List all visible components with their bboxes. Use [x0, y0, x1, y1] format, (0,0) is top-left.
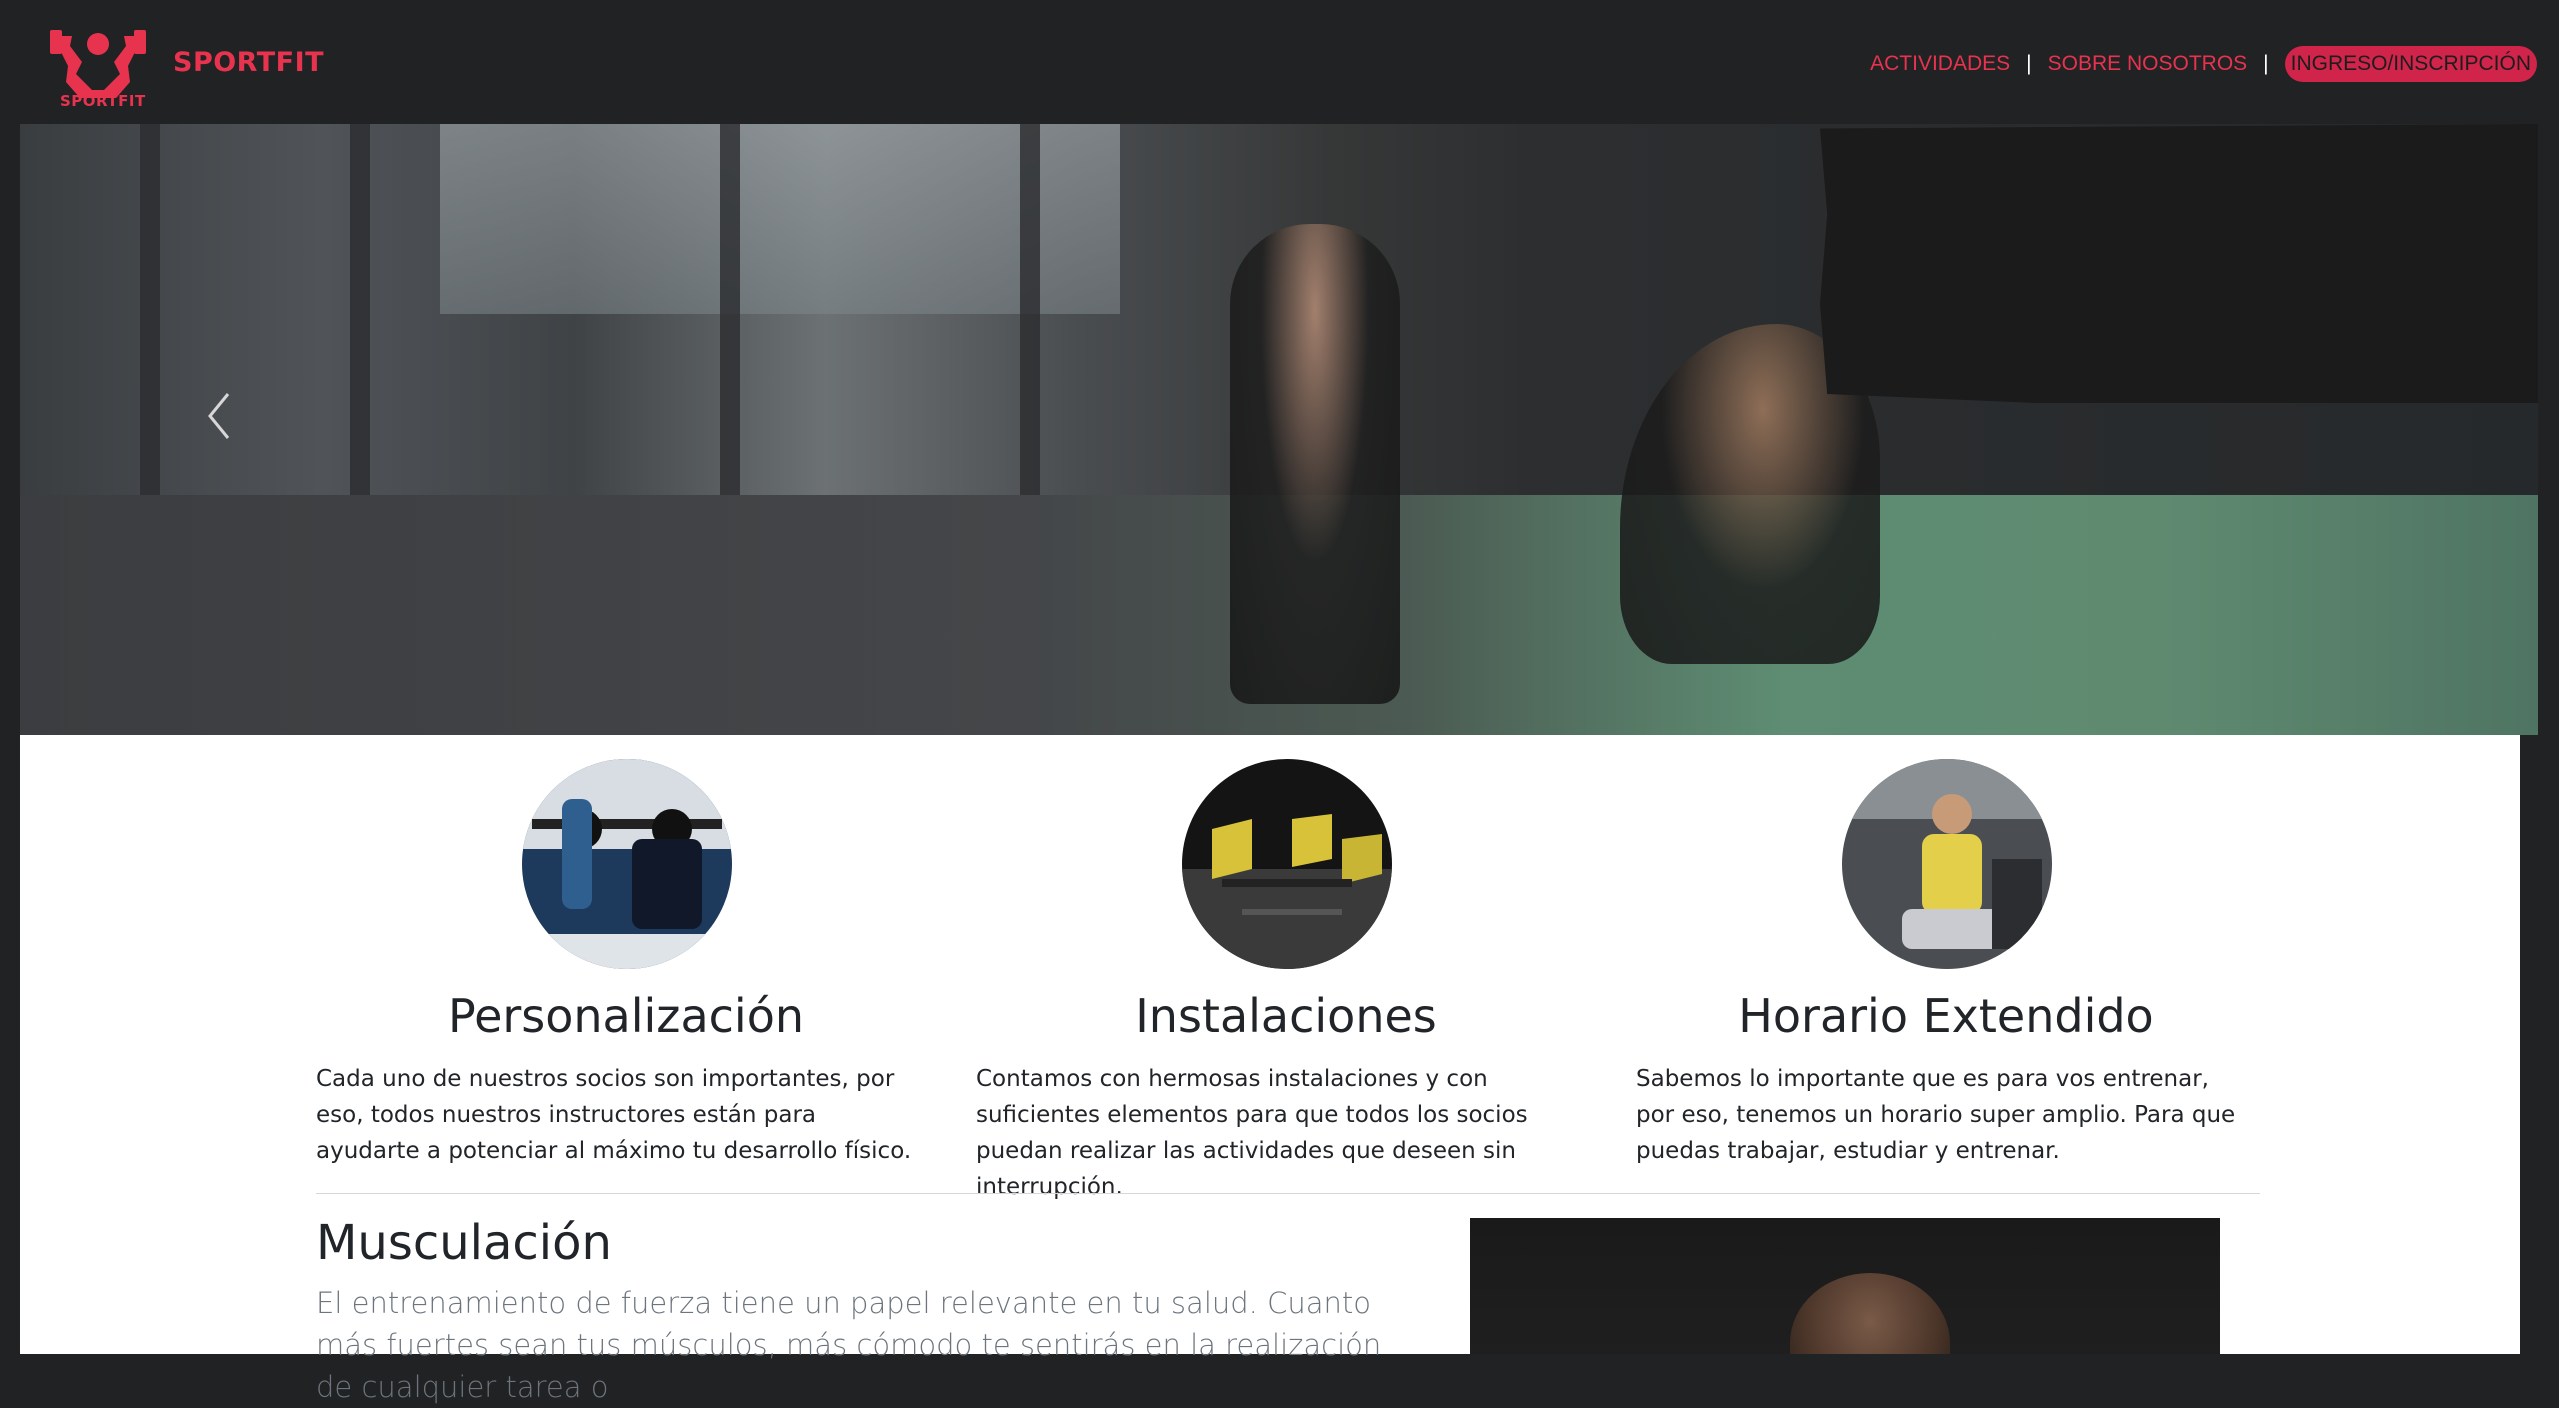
nav-separator: |: [2263, 52, 2269, 75]
feature-title: Horario Extendido: [1738, 989, 2154, 1043]
navbar: SPORTFIT SPORTFIT ACTIVIDADES | SOBRE NO…: [0, 0, 2559, 124]
feature-image-instalaciones: [1182, 759, 1392, 969]
feature-title: Personalización: [447, 989, 805, 1043]
feature-image-horario-extendido: [1842, 759, 2052, 969]
hero-carousel: [20, 124, 2538, 735]
main-nav: ACTIVIDADES | SOBRE NOSOTROS | INGRESO/I…: [1870, 44, 2537, 84]
hero-image-window: [440, 124, 1120, 314]
feature-title: Instalaciones: [1135, 989, 1437, 1043]
brand-name[interactable]: SPORTFIT: [173, 47, 324, 78]
main-content: Personalización Cada uno de nuestros soc…: [20, 735, 2520, 1404]
chevron-left-icon[interactable]: [200, 386, 240, 446]
page: SPORTFIT SPORTFIT ACTIVIDADES | SOBRE NO…: [0, 0, 2559, 1404]
page-edge: [2538, 124, 2559, 1354]
section-image-person: [1790, 1273, 1950, 1354]
nav-link-sobre-nosotros[interactable]: SOBRE NOSOTROS: [2048, 52, 2248, 76]
section-title: Musculación: [316, 1215, 612, 1271]
login-signup-button[interactable]: INGRESO/INSCRIPCIÓN: [2284, 46, 2537, 82]
feature-text: Contamos con hermosas instalaciones y co…: [976, 1066, 1528, 1200]
feature-text: Sabemos lo importante que es para vos en…: [1636, 1066, 2236, 1164]
logo-caption: SPORTFIT: [60, 92, 146, 110]
nav-link-actividades[interactable]: ACTIVIDADES: [1870, 52, 2010, 76]
hero-image-athlete: [1230, 224, 1400, 704]
feature-image-personalizacion: [522, 759, 732, 969]
section-lead: El entrenamiento de fuerza tiene un pape…: [316, 1286, 1382, 1404]
nav-separator: |: [2026, 52, 2032, 75]
section-image-musculacion: [1470, 1218, 2220, 1354]
section-divider: [316, 1193, 2260, 1194]
feature-text: Cada uno de nuestros socios son importan…: [316, 1066, 912, 1164]
